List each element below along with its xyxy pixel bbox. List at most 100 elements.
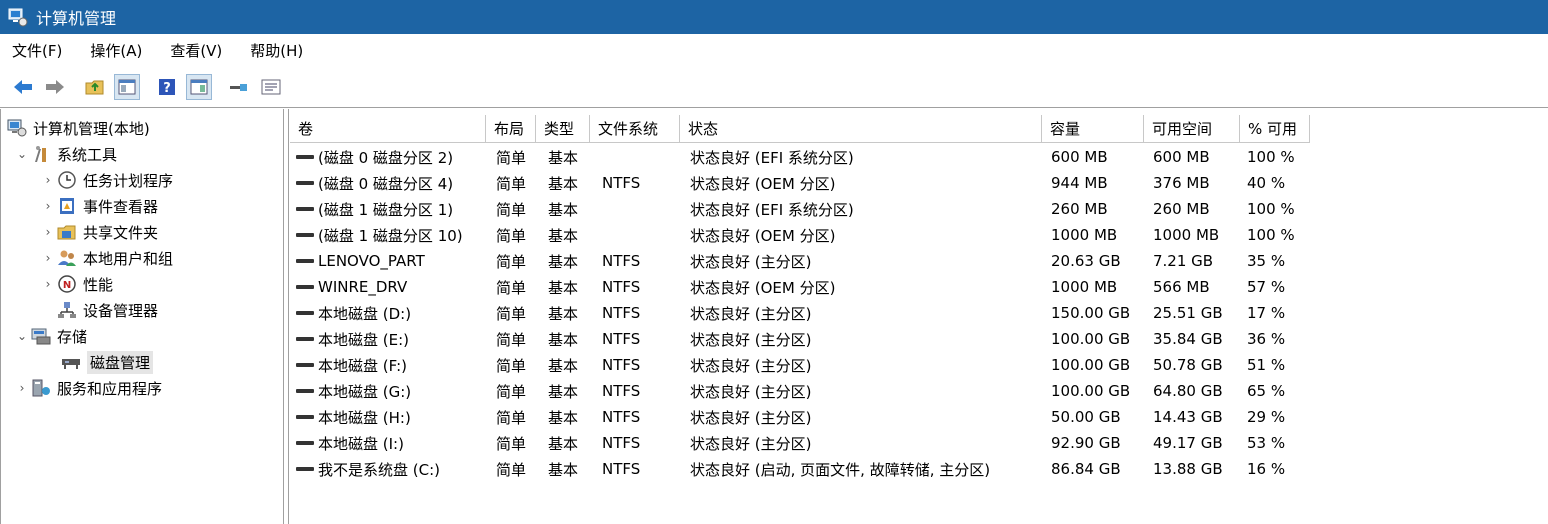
event-viewer-icon — [57, 197, 77, 215]
cell-volume-name: 本地磁盘 (H:) — [290, 404, 411, 430]
help-icon[interactable]: ? — [154, 74, 180, 100]
connect-icon[interactable] — [226, 74, 252, 100]
cell-layout: 简单 — [496, 144, 526, 170]
toolbar: ? — [0, 66, 1548, 108]
chevron-right-icon[interactable]: › — [39, 277, 57, 291]
table-row[interactable]: 本地磁盘 (D:) 简单 基本 NTFS 状态良好 (主分区) 150.00 GB 25.5… — [290, 300, 1548, 326]
column-header-layout[interactable]: 布局 — [486, 115, 536, 143]
cell-capacity: 92.90 GB — [1051, 430, 1121, 456]
chevron-right-icon[interactable]: › — [39, 225, 57, 239]
cell-text: (磁盘 1 磁盘分区 1) — [318, 200, 454, 219]
menu-file[interactable]: 文件(F) — [10, 37, 64, 64]
tree-item-event-viewer[interactable]: › 事件查看器 — [39, 193, 158, 219]
column-header-filesystem[interactable]: 文件系统 — [590, 115, 680, 143]
cell-text: 简单 — [496, 174, 527, 193]
tree-item-disk-management[interactable]: 磁盘管理 — [61, 349, 154, 375]
column-header-type[interactable]: 类型 — [536, 115, 590, 143]
cell-text: 51 % — [1247, 356, 1286, 374]
pane-splitter[interactable] — [284, 109, 289, 524]
column-header-status[interactable]: 状态 — [680, 115, 1042, 143]
column-header-capacity[interactable]: 容量 — [1042, 115, 1144, 143]
tree-item-storage[interactable]: ⌄ 存储 — [13, 323, 87, 349]
cell-text: 36 % — [1247, 330, 1286, 348]
svg-text:N: N — [63, 280, 71, 291]
cell-type: 基本 — [548, 144, 578, 170]
tree-label: 磁盘管理 — [87, 350, 154, 374]
cell-text: (磁盘 0 磁盘分区 2) — [318, 148, 454, 167]
tree-item-shared-folders[interactable]: › 共享文件夹 — [39, 219, 158, 245]
column-header-free-space[interactable]: 可用空间 — [1144, 115, 1240, 143]
chevron-right-icon[interactable]: › — [39, 251, 57, 265]
table-row[interactable]: 本地磁盘 (F:) 简单 基本 NTFS 状态良好 (主分区) 100.00 GB 50.7… — [290, 352, 1548, 378]
table-row[interactable]: WINRE_DRV 简单 基本 NTFS 状态良好 (OEM 分区) 1000 MB 566… — [290, 274, 1548, 300]
show-console-tree-icon[interactable] — [114, 73, 140, 100]
tree-item-computer-management[interactable]: 计算机管理(本地) — [7, 115, 150, 141]
cell-text: 状态良好 (OEM 分区) — [690, 226, 836, 245]
cell-layout: 简单 — [496, 326, 526, 352]
cell-percent-free: 53 % — [1247, 430, 1285, 456]
tree-item-performance[interactable]: › N 性能 — [39, 271, 113, 297]
cell-status: 状态良好 (OEM 分区) — [690, 274, 835, 300]
show-action-pane-icon[interactable] — [186, 73, 212, 100]
chevron-right-icon[interactable]: › — [13, 381, 31, 395]
tree-item-system-tools[interactable]: ⌄ 系统工具 — [13, 141, 117, 167]
tree-item-device-manager[interactable]: 设备管理器 — [57, 297, 158, 323]
cell-capacity: 50.00 GB — [1051, 404, 1121, 430]
table-row[interactable]: LENOVO_PART 简单 基本 NTFS 状态良好 (主分区) 20.63 GB 7.2… — [290, 248, 1548, 274]
cell-type: 基本 — [548, 430, 578, 456]
computer-management-icon — [8, 7, 28, 27]
column-header-percent-free[interactable]: % 可用 — [1240, 115, 1310, 143]
chevron-down-icon[interactable]: ⌄ — [13, 147, 31, 161]
cell-text: 简单 — [496, 460, 527, 479]
tree-item-services-applications[interactable]: › 服务和应用程序 — [13, 375, 162, 401]
up-folder-icon[interactable] — [82, 74, 108, 100]
cell-free-space: 1000 MB — [1153, 222, 1219, 248]
table-row[interactable]: 本地磁盘 (H:) 简单 基本 NTFS 状态良好 (主分区) 50.00 GB 14.43… — [290, 404, 1548, 430]
cell-text: 简单 — [496, 200, 527, 219]
properties-list-icon[interactable] — [258, 74, 284, 100]
cell-text: 1000 MB — [1153, 226, 1220, 244]
cell-layout: 简单 — [496, 196, 526, 222]
cell-type: 基本 — [548, 300, 578, 326]
cell-text: 86.84 GB — [1051, 460, 1121, 478]
cell-text: 92.90 GB — [1051, 434, 1121, 452]
chevron-right-icon[interactable]: › — [39, 173, 57, 187]
table-row[interactable]: (磁盘 1 磁盘分区 1) 简单 基本 状态良好 (EFI 系统分区) 260 MB 26… — [290, 196, 1548, 222]
cell-volume-name: 我不是系统盘 (C:) — [290, 456, 440, 482]
cell-percent-free: 100 % — [1247, 196, 1295, 222]
cell-text: 基本 — [548, 304, 579, 323]
table-row[interactable]: 本地磁盘 (E:) 简单 基本 NTFS 状态良好 (主分区) 100.00 GB 35.8… — [290, 326, 1548, 352]
forward-arrow-icon[interactable] — [42, 74, 68, 100]
back-arrow-icon[interactable] — [10, 74, 36, 100]
cell-text: 25.51 GB — [1153, 304, 1223, 322]
table-row[interactable]: 本地磁盘 (I:) 简单 基本 NTFS 状态良好 (主分区) 92.90 GB 49.17… — [290, 430, 1548, 456]
cell-text: 基本 — [548, 200, 579, 219]
table-row[interactable]: 我不是系统盘 (C:) 简单 基本 NTFS 状态良好 (启动, 页面文件, 故障转储,… — [290, 456, 1548, 482]
cell-capacity: 20.63 GB — [1051, 248, 1121, 274]
tree-item-task-scheduler[interactable]: › 任务计划程序 — [39, 167, 173, 193]
chevron-right-icon[interactable]: › — [39, 199, 57, 213]
cell-text: 本地磁盘 (D:) — [318, 304, 412, 323]
cell-type: 基本 — [548, 248, 578, 274]
cell-type: 基本 — [548, 222, 578, 248]
table-row[interactable]: (磁盘 1 磁盘分区 10) 简单 基本 状态良好 (OEM 分区) 1000 MB 10… — [290, 222, 1548, 248]
menu-view[interactable]: 查看(V) — [168, 37, 224, 64]
table-row[interactable]: (磁盘 0 磁盘分区 2) 简单 基本 状态良好 (EFI 系统分区) 600 MB 60… — [290, 144, 1548, 170]
cell-filesystem: NTFS — [602, 248, 640, 274]
volume-icon — [296, 467, 314, 471]
cell-text: 简单 — [496, 330, 527, 349]
cell-status: 状态良好 (主分区) — [690, 378, 811, 404]
column-header-volume[interactable]: 卷 — [290, 115, 486, 143]
table-row[interactable]: (磁盘 0 磁盘分区 4) 简单 基本 NTFS 状态良好 (OEM 分区) 944 MB… — [290, 170, 1548, 196]
cell-volume-name: (磁盘 1 磁盘分区 10) — [290, 222, 463, 248]
cell-text: 基本 — [548, 330, 579, 349]
table-row[interactable]: 本地磁盘 (G:) 简单 基本 NTFS 状态良好 (主分区) 100.00 GB 64.8… — [290, 378, 1548, 404]
tree-label: 存储 — [57, 327, 88, 346]
tree-item-local-users[interactable]: › 本地用户和组 — [39, 245, 173, 271]
chevron-down-icon[interactable]: ⌄ — [13, 329, 31, 343]
cell-capacity: 100.00 GB — [1051, 378, 1130, 404]
menu-action[interactable]: 操作(A) — [88, 37, 144, 64]
menu-help[interactable]: 帮助(H) — [248, 37, 305, 64]
cell-layout: 简单 — [496, 274, 526, 300]
cell-text: 简单 — [496, 148, 527, 167]
